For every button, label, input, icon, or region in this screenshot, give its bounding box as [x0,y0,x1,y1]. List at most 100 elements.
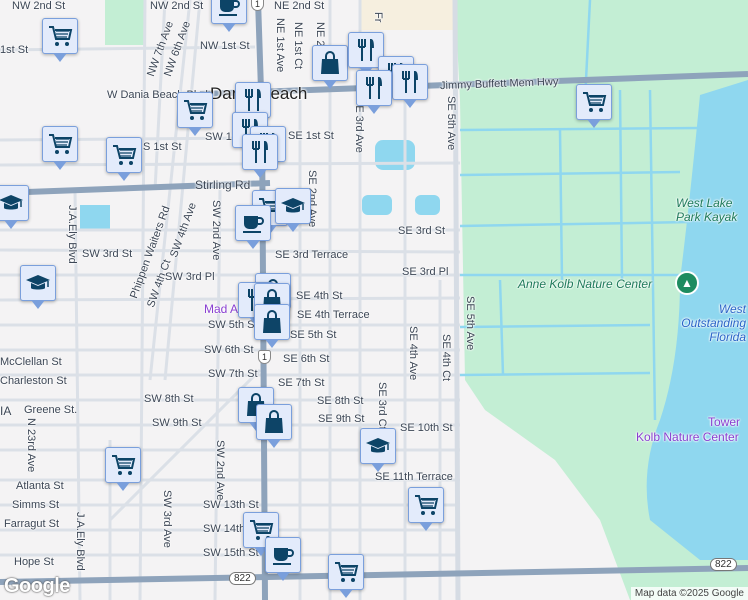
street-label: Hope St [14,556,54,568]
pond [375,140,415,170]
bag-icon [261,409,287,435]
restaurant-marker[interactable] [242,134,278,178]
street-label: SE 3rd St [398,225,446,237]
poi-label[interactable]: Tower [708,415,740,429]
cart-marker[interactable] [177,92,213,136]
tree-icon[interactable]: ▲ [675,271,699,295]
google-logo[interactable]: Google [4,575,70,598]
water-label: West Outstanding Florida [681,302,746,344]
street-label: SE 6th St [283,353,330,365]
cart-icon [413,492,439,518]
cart-icon [111,142,137,168]
cart-marker[interactable] [408,487,444,531]
coffee-icon [216,0,242,19]
street-label: SE 10th St [400,422,453,434]
school-icon [0,190,24,216]
street-label: SE 5th Ave [464,296,476,351]
street-label: NE 2nd St [274,0,325,12]
street-label: SE 3rd Ct [376,382,388,430]
sr822-shield: 822 [229,572,256,585]
street-label: SE 8th St [317,395,364,407]
park-label[interactable]: Anne Kolb Nature Center [518,277,652,291]
street-label: SW 13th St [203,499,259,511]
cart-icon [333,559,359,585]
street-label: Farragut St [4,518,60,530]
restaurant-icon [247,139,273,165]
street-label: N 23rd Ave [25,418,37,473]
cart-marker[interactable] [328,554,364,598]
street-label: SW 2nd Ave [210,200,222,261]
school-marker[interactable] [0,185,29,229]
street-label: SE 5th Ave [445,96,457,151]
street-label: SW 3rd Pl [165,271,215,283]
street-label: Atlanta St [16,480,64,492]
school-icon [25,270,51,296]
street-label: SE 11th Terrace [375,471,453,483]
us1-shield: 1 [258,350,272,364]
coffee-marker[interactable] [235,205,271,249]
coffee-marker[interactable] [265,537,301,581]
street-label: S 1st St [143,141,182,153]
street-label: Simms St [12,499,60,511]
cart-marker[interactable] [105,447,141,491]
restaurant-icon [240,87,266,113]
street-label: NE 1st Ct [292,22,304,70]
street-label: NE 1st Ave [274,18,286,73]
sr822-shield: 822 [710,558,737,571]
cart-marker[interactable] [576,84,612,128]
map-attribution[interactable]: Map data ©2025 Google [630,587,748,600]
street-label: J.A.Ely Blvd [66,205,78,264]
street-label: SW 3rd St [82,248,133,260]
street-label: Greene St. [24,404,78,416]
street-label: SW 15th St [203,547,259,559]
street-label: SE 9th St [318,413,365,425]
street-label: 1st St [0,44,29,56]
restaurant-icon [397,69,423,95]
cart-icon [47,131,73,157]
street-label: J.A.Ely Blvd [74,512,86,571]
cart-marker[interactable] [106,137,142,181]
street-label: SW 3rd Ave [161,490,173,548]
street-label: SE 4th Ave [407,326,419,381]
pond [362,195,392,215]
park-label[interactable]: West Lake Park Kayak [676,196,746,224]
street-label: SE 3rd Pl [402,266,449,278]
street-label: NW 1st St [200,40,250,52]
street-label: SE 1st St [288,130,334,142]
bag-icon [317,50,343,76]
bag-marker[interactable] [256,404,292,448]
restaurant-marker[interactable] [392,64,428,108]
street-label: SE 3rd Ave [353,98,365,153]
pond [415,195,440,215]
cart-icon [581,89,607,115]
park-area [105,0,145,45]
area-label: IA [0,404,12,418]
cart-marker[interactable] [42,126,78,170]
street-label: NW 2nd St [12,0,66,12]
street-label: SE 7th St [278,377,325,389]
coffee-icon [270,542,296,568]
street-label: SW 2nd Ave [214,440,226,501]
street-label: SE 5th St [290,329,337,341]
cart-icon [182,97,208,123]
pond [80,205,110,230]
street-label: SW 7th St [208,368,258,380]
cart-icon [47,23,73,49]
street-label: SE 4th St [296,290,343,302]
restaurant-icon [361,75,387,101]
school-marker[interactable] [275,188,311,232]
bag-marker[interactable] [312,45,348,89]
coffee-marker[interactable] [211,0,247,32]
restaurant-marker[interactable] [356,70,392,114]
street-label: SW 9th St [152,417,202,429]
school-marker[interactable] [20,265,56,309]
street-label: McClellan St [0,356,62,368]
coffee-icon [240,210,266,236]
cart-marker[interactable] [42,18,78,62]
street-label: SW 6th St [204,344,254,356]
school-icon [280,193,306,219]
bag-marker[interactable] [254,304,290,348]
school-marker[interactable] [360,428,396,472]
street-label: NW 2nd St [150,0,204,12]
poi-label[interactable]: Kolb Nature Center [636,430,739,444]
